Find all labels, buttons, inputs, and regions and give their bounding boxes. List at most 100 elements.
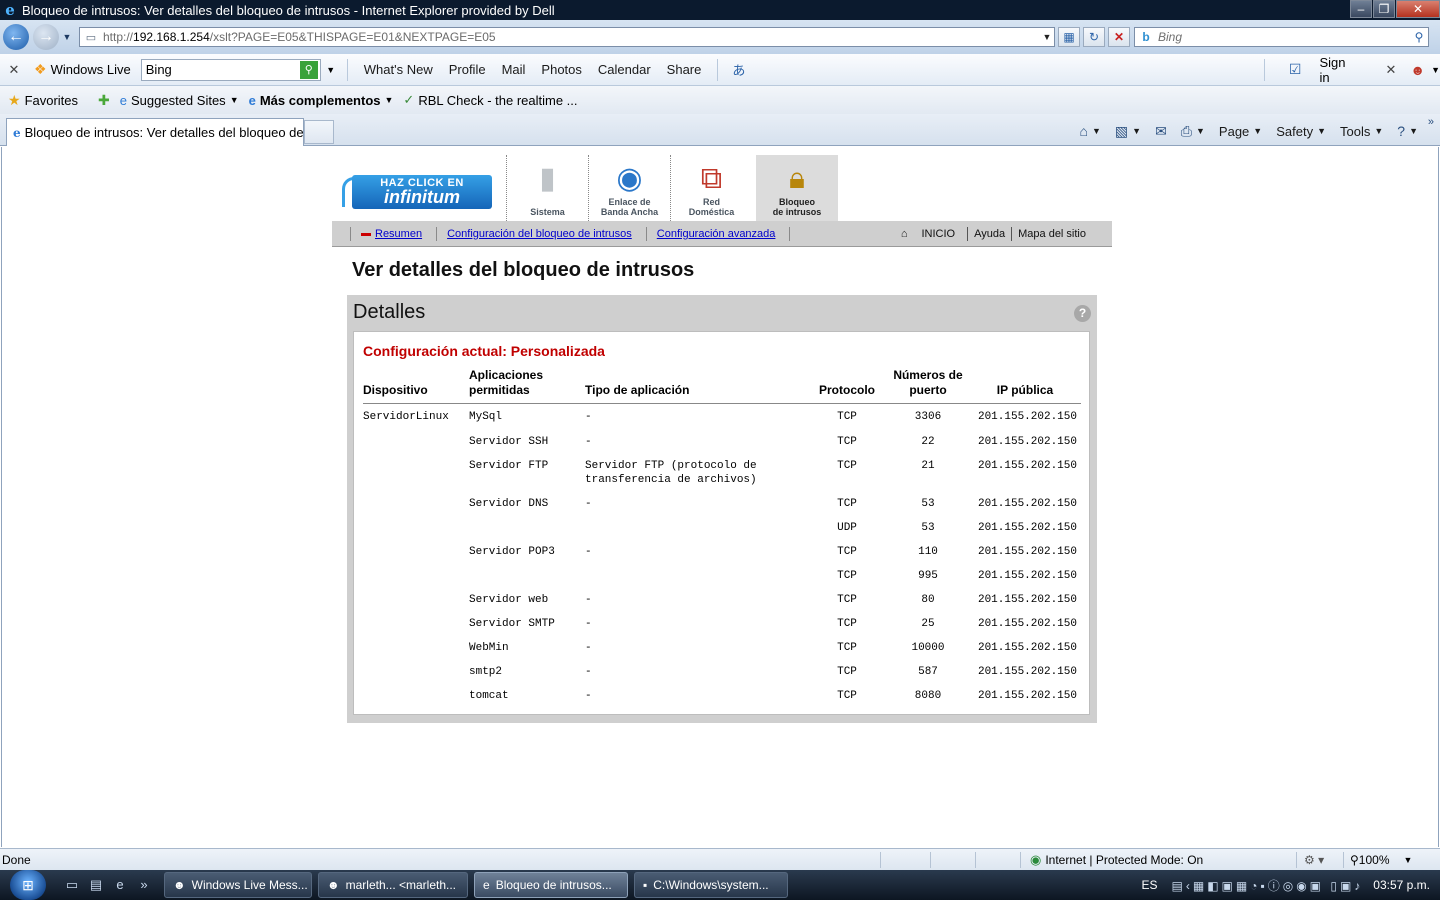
home-dropdown-icon[interactable]: ▼	[1092, 126, 1101, 136]
close-live-icon[interactable]: ✕	[1385, 62, 1396, 78]
search-icon[interactable]: ⚲	[1410, 30, 1428, 44]
nav-sistema[interactable]: ▮ Sistema	[506, 155, 588, 221]
cell-app: Servidor SSH	[469, 436, 549, 448]
read-mail-icon[interactable]: ✉	[1155, 123, 1167, 140]
feeds-icon[interactable]: ▧	[1115, 123, 1128, 140]
live-link-whats-new[interactable]: What's New	[364, 62, 433, 77]
tab-bloqueo[interactable]: e Bloqueo de intrusos: Ver detalles del …	[6, 118, 304, 146]
zoom-dropdown-icon[interactable]: ▼	[1404, 855, 1413, 865]
forward-button[interactable]: →	[33, 24, 59, 50]
live-link-share[interactable]: Share	[667, 62, 702, 77]
taskbar-ie[interactable]: e Bloqueo de intrusos...	[474, 872, 628, 898]
taskbar-cmd[interactable]: ▪ C:\Windows\system...	[634, 872, 788, 898]
address-field[interactable]: ▭ http://192.168.1.254/xslt?PAGE=E05&THI…	[79, 27, 1055, 47]
feeds-dropdown-icon[interactable]: ▼	[1132, 126, 1141, 136]
live-link-calendar[interactable]: Calendar	[598, 62, 651, 77]
messenger-icon[interactable]: ☻	[1410, 62, 1425, 78]
search-box[interactable]: b Bing ⚲	[1134, 27, 1429, 47]
url-host: 192.168.1.254	[133, 30, 210, 44]
table-row: Servidor SSH - TCP 22 201.155.202.150	[363, 428, 1081, 453]
start-button[interactable]: ⊞	[10, 870, 46, 900]
cell-device	[363, 659, 469, 683]
nav-banda-ancha-label: Enlace de Banda Ancha	[600, 197, 659, 217]
popup-blocker-icon[interactable]: ⚙ ▾	[1304, 853, 1324, 867]
cell-port: 53	[921, 498, 935, 510]
refresh-button[interactable]: ↻	[1083, 27, 1105, 47]
nav-bloqueo-intrusos[interactable]: 🔒︎ Bloqueo de intrusos	[756, 155, 838, 221]
window-title-bar: e Bloqueo de intrusos: Ver detalles del …	[0, 0, 1440, 20]
zoom-control[interactable]: ⚲ 100% ▼	[1350, 853, 1412, 867]
live-search-go-icon[interactable]: ⚲	[299, 60, 318, 79]
tray-icons[interactable]: ▤‹▦◧▣▦◔▪ⓘ◎◉▣ ▯▣♪	[1172, 877, 1364, 894]
address-dropdown-icon[interactable]: ▼	[1040, 32, 1054, 42]
live-search-input[interactable]: Bing ⚲	[140, 58, 321, 81]
inicio-link[interactable]: ⌂ INICIO	[889, 228, 967, 240]
fav-mas-complementos[interactable]: e Más complementos ▼	[249, 93, 394, 108]
sign-in-link[interactable]: Sign in	[1319, 55, 1355, 85]
header-protocolo: Protocolo	[807, 368, 887, 404]
maximize-button[interactable]: ❐	[1373, 0, 1395, 18]
compatibility-view-button[interactable]: ▦	[1058, 27, 1080, 47]
quick-launch: ▭ ▤ e »	[62, 877, 158, 893]
minimize-button[interactable]: –	[1350, 0, 1372, 18]
subnav-resumen[interactable]: Resumen	[375, 228, 422, 240]
quicklaunch-overflow-icon[interactable]: »	[134, 877, 154, 893]
ie-quicklaunch-icon[interactable]: e	[110, 877, 130, 893]
cell-device	[363, 611, 469, 635]
header-ip: IP pública	[969, 368, 1081, 404]
windows-live-brand[interactable]: ❖ Windows Live	[34, 61, 131, 78]
live-link-photos[interactable]: Photos	[541, 62, 581, 77]
favorites-bar: ★ Favorites ✚ e Suggested Sites ▼ e Más com…	[0, 86, 1440, 114]
help-menu-icon[interactable]: ?	[1397, 123, 1405, 139]
nav-red-domestica[interactable]: ⧉ Red Doméstica	[670, 155, 752, 221]
tools-menu[interactable]: Tools	[1340, 124, 1370, 139]
help-dropdown-icon[interactable]: ▼	[1409, 126, 1418, 136]
infinitum-logo[interactable]: HAZ CLICK EN infinitum	[342, 163, 494, 213]
subnav-config-avanzada[interactable]: Configuración avanzada	[657, 228, 776, 240]
translate-icon[interactable]: あ	[732, 60, 745, 79]
cell-app: WebMin	[469, 642, 509, 654]
print-dropdown-icon[interactable]: ▼	[1196, 126, 1205, 136]
taskbar-chat[interactable]: ☻ marleth... <marleth...	[318, 872, 468, 898]
page-menu[interactable]: Page	[1219, 124, 1249, 139]
padlock-icon: 🔒︎	[789, 162, 805, 195]
favorites-button[interactable]: Favorites	[25, 93, 78, 108]
home-icon[interactable]: ⌂	[1080, 123, 1088, 139]
page-title: Ver detalles del bloqueo de intrusos	[352, 259, 695, 281]
new-tab-button[interactable]	[304, 120, 334, 144]
live-link-mail[interactable]: Mail	[502, 62, 526, 77]
recent-pages-dropdown[interactable]: ▼	[61, 32, 73, 42]
close-window-button[interactable]: ✕	[1396, 0, 1440, 18]
ayuda-link[interactable]: Ayuda	[968, 228, 1011, 240]
close-toolbar-icon[interactable]: ✕	[0, 62, 28, 78]
nav-banda-ancha[interactable]: ◉ Enlace de Banda Ancha	[588, 155, 670, 221]
fav-suggested-sites[interactable]: e Suggested Sites ▼	[120, 93, 239, 108]
mapa-sitio-link[interactable]: Mapa del sitio	[1012, 228, 1092, 240]
taskbar-messenger-label: Windows Live Mess...	[191, 878, 308, 892]
live-link-profile[interactable]: Profile	[449, 62, 486, 77]
fav-rbl-check[interactable]: ✓ RBL Check - the realtime ...	[403, 92, 577, 108]
add-favorite-icon[interactable]: ✚	[98, 92, 110, 109]
toolbar-overflow-icon[interactable]: »	[1428, 116, 1434, 128]
messenger-dropdown-icon[interactable]: ▼	[1431, 65, 1440, 75]
security-zone[interactable]: ◉ Internet | Protected Mode: On	[1030, 852, 1203, 868]
cmd-icon: ▪	[643, 878, 648, 892]
search-placeholder[interactable]: Bing	[1158, 30, 1410, 44]
show-desktop-icon[interactable]: ▭	[62, 877, 82, 893]
stop-button[interactable]: ✕	[1108, 27, 1130, 47]
cell-device: ServidorLinux	[363, 411, 449, 423]
help-icon[interactable]: ?	[1074, 305, 1091, 322]
switch-windows-icon[interactable]: ▤	[86, 877, 106, 893]
cell-ip: 201.155.202.150	[977, 690, 1077, 702]
windows-live-label: Windows Live	[50, 62, 131, 77]
taskbar-messenger[interactable]: ☻ Windows Live Mess...	[164, 872, 312, 898]
language-indicator[interactable]: ES	[1142, 878, 1158, 892]
ie-icon: e	[483, 878, 490, 892]
print-icon[interactable]: ⎙	[1181, 123, 1192, 140]
safety-menu[interactable]: Safety	[1276, 124, 1313, 139]
clock[interactable]: 03:57 p.m.	[1373, 878, 1430, 892]
back-button[interactable]: ←	[3, 24, 29, 50]
live-search-dropdown-icon[interactable]: ▼	[323, 65, 339, 75]
url-text[interactable]: http://192.168.1.254/xslt?PAGE=E05&THISP…	[103, 30, 1040, 44]
subnav-config-bloqueo[interactable]: Configuración del bloqueo de intrusos	[447, 228, 632, 240]
